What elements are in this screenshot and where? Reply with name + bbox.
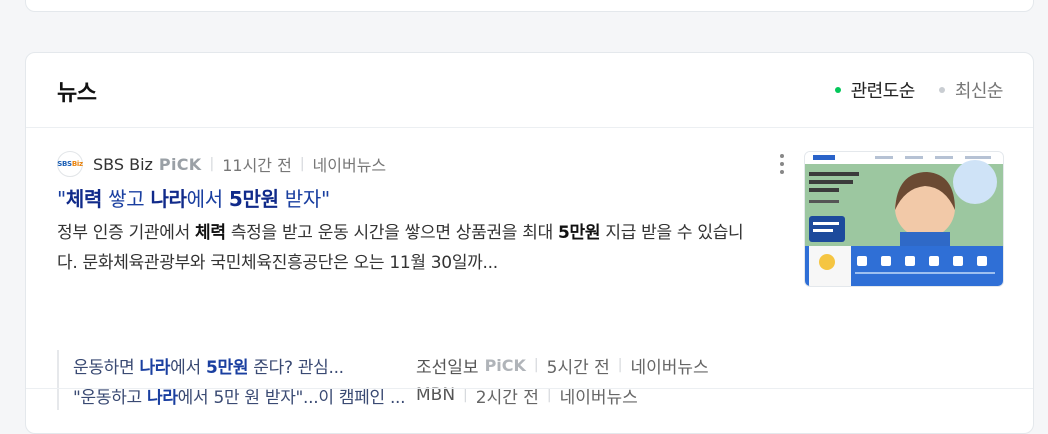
separator: |: [617, 357, 623, 373]
article-thumbnail[interactable]: [804, 151, 1004, 287]
naver-news-link[interactable]: 네이버뉴스: [560, 383, 638, 408]
text-fragment: "운동하고: [73, 387, 147, 408]
related-news-list: 운동하면 나라에서 5만원 준다? 관심... 조선일보 PiCK | 5시간 …: [57, 350, 773, 410]
separator: |: [209, 156, 215, 172]
related-time: 5시간 전: [546, 357, 610, 378]
pick-badge: PiCK: [158, 154, 202, 174]
related-press-name[interactable]: 조선일보: [416, 353, 479, 378]
naver-news-link[interactable]: 네이버뉴스: [313, 152, 387, 176]
pick-badge: PiCK: [484, 355, 526, 375]
separator: |: [533, 357, 539, 373]
related-time: 2시간 전: [475, 387, 539, 408]
related-news-title[interactable]: "운동하고 나라에서 5만 원 받자"...이 캠페인 ...: [73, 383, 408, 408]
previous-section-card: [25, 0, 1034, 12]
text-fragment: 준다? 관심...: [248, 357, 344, 378]
press-name[interactable]: SBS Biz: [93, 155, 153, 174]
highlighted-keyword: 나라: [146, 387, 178, 408]
active-dot-icon: [834, 87, 841, 93]
separator: |: [299, 156, 305, 172]
section-divider: [26, 388, 1033, 389]
text-fragment: 에서: [170, 357, 206, 378]
section-title: 뉴스: [57, 81, 97, 106]
highlighted-keyword: 5만원: [205, 357, 249, 378]
text-fragment: 받자": [278, 187, 330, 211]
article-time: 11시간 전: [222, 156, 292, 175]
text-fragment: 에서 5만 원 받자"...이 캠페인 ...: [177, 387, 406, 408]
separator: |: [463, 387, 468, 403]
press-logo-icon[interactable]: SBS Biz: [57, 151, 83, 177]
related-news-title[interactable]: 운동하면 나라에서 5만원 준다? 관심...: [73, 353, 408, 378]
text-fragment: 쌓고: [102, 187, 151, 211]
news-section: 뉴스 관련도순 최신순 SBS Biz SBS Biz PiCK | 11시간 …: [25, 52, 1034, 434]
related-news-item: "운동하고 나라에서 5만 원 받자"...이 캠페인 ... MBN | 2시…: [73, 380, 773, 410]
article-headline[interactable]: "체력 쌓고 나라에서 5만원 받자": [57, 183, 767, 212]
sort-tabs: 관련도순 최신순: [834, 77, 1004, 103]
text-fragment: 측정을 받고 운동 시간을 쌓으면 상품권을 최대: [225, 223, 559, 243]
related-news-item: 운동하면 나라에서 5만원 준다? 관심... 조선일보 PiCK | 5시간 …: [73, 350, 773, 380]
news-header: 뉴스 관련도순 최신순: [26, 53, 1033, 128]
text-fragment: 운동하면: [73, 357, 140, 378]
naver-news-link[interactable]: 네이버뉴스: [631, 353, 709, 378]
more-options-icon[interactable]: [772, 151, 792, 177]
separator: |: [546, 387, 552, 403]
highlighted-keyword: 5만원: [228, 187, 279, 211]
article-description: 정부 인증 기관에서 체력 측정을 받고 운동 시간을 쌓으면 상품권을 최대 …: [57, 218, 757, 278]
highlighted-keyword: 나라: [150, 187, 187, 211]
sort-latest-label: 최신순: [954, 81, 1004, 102]
sort-latest-tab[interactable]: 최신순: [938, 77, 1004, 103]
inactive-dot-icon: [938, 87, 945, 93]
highlighted-keyword: 체력: [65, 187, 103, 211]
text-fragment: 에서: [186, 187, 229, 211]
thumbnail-image: [805, 152, 1003, 286]
text-fragment: ": [57, 187, 66, 211]
highlighted-keyword: 5만원: [558, 223, 601, 243]
highlighted-keyword: 나라: [139, 357, 171, 378]
text-fragment: 정부 인증 기관에서: [57, 223, 196, 243]
sort-relevance-tab[interactable]: 관련도순: [834, 77, 916, 103]
sort-relevance-label: 관련도순: [850, 81, 916, 102]
article-source-row: SBS Biz SBS Biz PiCK | 11시간 전 | 네이버뉴스: [57, 151, 784, 177]
highlighted-keyword: 체력: [195, 223, 226, 243]
news-article: SBS Biz SBS Biz PiCK | 11시간 전 | 네이버뉴스 "체…: [57, 151, 784, 278]
